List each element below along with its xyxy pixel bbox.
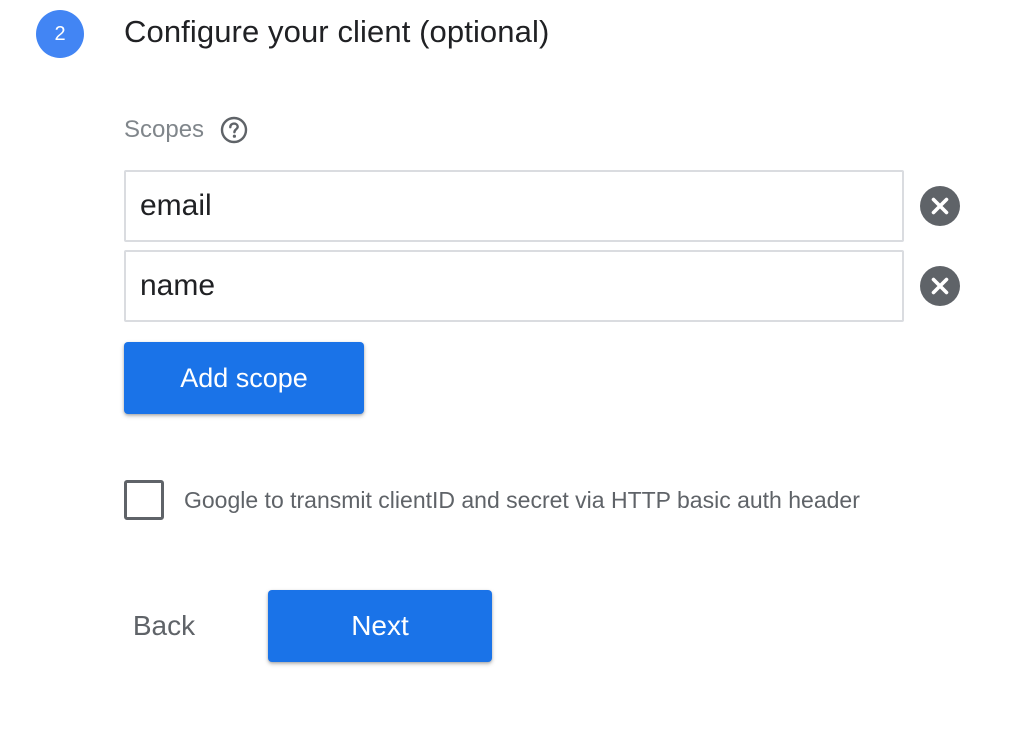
step-number: 2: [54, 22, 66, 45]
remove-scope-name-button[interactable]: [920, 266, 960, 306]
scope-input-email[interactable]: [124, 170, 904, 242]
scope-input-name[interactable]: [124, 250, 904, 322]
scopes-label-row: Scopes: [124, 112, 248, 148]
basic-auth-checkbox[interactable]: [124, 480, 164, 520]
remove-scope-email-button[interactable]: [920, 186, 960, 226]
scope-row-name: [124, 250, 964, 322]
help-icon[interactable]: [220, 116, 248, 144]
step-number-badge: 2: [36, 10, 84, 58]
back-button[interactable]: Back: [116, 590, 212, 662]
step-title: Configure your client (optional): [124, 14, 550, 49]
close-circle-icon: [931, 197, 949, 215]
configure-client-step: 2 Configure your client (optional) Scope…: [0, 0, 1034, 736]
scopes-label: Scopes: [124, 116, 205, 143]
close-circle-icon: [931, 277, 949, 295]
scope-row-email: [124, 170, 964, 242]
next-button[interactable]: Next: [268, 590, 492, 662]
add-scope-button[interactable]: Add scope: [124, 342, 364, 414]
basic-auth-label[interactable]: Google to transmit clientID and secret v…: [184, 487, 860, 514]
basic-auth-option: Google to transmit clientID and secret v…: [124, 480, 860, 520]
